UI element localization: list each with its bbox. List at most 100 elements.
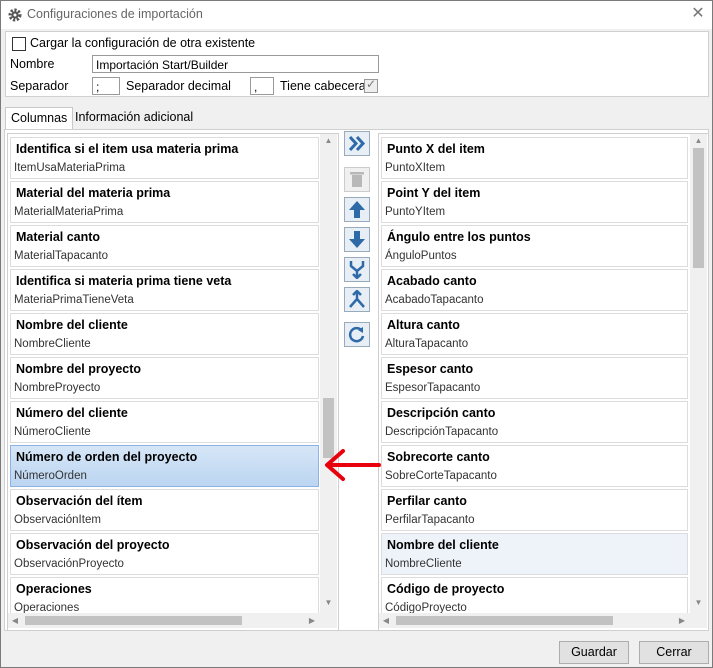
list-item[interactable]: Observación del ítem ObservaciónItem (10, 489, 319, 531)
column-title: Observación del proyecto (16, 538, 170, 552)
split-icon (349, 290, 365, 308)
move-up-button[interactable] (344, 197, 370, 222)
column-title: Código de proyecto (387, 582, 505, 596)
window-title: Configuraciones de importación (27, 7, 203, 21)
list-item[interactable]: Nombre del proyecto NombreProyecto (10, 357, 319, 399)
column-title: Operaciones (16, 582, 92, 596)
left-hscroll-thumb[interactable] (25, 616, 242, 625)
column-field-name: NombreProyecto (14, 382, 101, 394)
selected-columns-list[interactable]: Código de proyecto CódigoProyecto Nombre d… (378, 133, 709, 631)
list-item[interactable]: Nombre del cliente NombreCliente (10, 313, 319, 355)
merge-button[interactable] (344, 257, 370, 282)
scroll-down-icon[interactable]: ▼ (690, 596, 707, 610)
column-title: Nombre del cliente (16, 318, 128, 332)
list-item[interactable]: Acabado canto AcabadoTapacanto (381, 269, 688, 311)
list-item[interactable]: Sobrecorte canto SobreCorteTapacanto (381, 445, 688, 487)
column-title: Material canto (16, 230, 101, 244)
column-title: Descripción canto (387, 406, 496, 420)
has-header-checkbox[interactable] (364, 77, 378, 93)
column-title: Sobrecorte canto (387, 450, 490, 464)
column-field-name: NombreCliente (14, 338, 91, 350)
arrow-down-icon (349, 231, 365, 248)
merge-icon (349, 261, 365, 279)
column-field-name: NúmeroCliente (14, 426, 91, 438)
column-title: Número del cliente (16, 406, 128, 420)
column-field-name: NúmeroOrden (14, 470, 87, 482)
right-vscroll-thumb[interactable] (693, 148, 704, 268)
list-item[interactable]: Material del materia prima MaterialMateri… (10, 181, 319, 223)
column-title: Nombre del cliente (387, 538, 499, 552)
save-button[interactable]: Guardar (559, 641, 629, 664)
list-item[interactable]: Número del cliente NúmeroCliente (10, 401, 319, 443)
list-item[interactable]: Espesor canto EspesorTapacanto (381, 357, 688, 399)
delete-button[interactable] (344, 167, 370, 192)
column-title: Material del materia prima (16, 186, 171, 200)
column-field-name: AlturaTapacanto (385, 338, 469, 350)
decimal-separator-label: Separador decimal (126, 79, 231, 93)
import-settings-window: Configuraciones de importación ✕ Cargar … (0, 0, 713, 668)
column-field-name: AcabadoTapacanto (385, 294, 484, 306)
column-field-name: ÁnguloPuntos (385, 250, 457, 262)
column-field-name: ObservaciónProyecto (14, 558, 124, 570)
column-field-name: DescripciónTapacanto (385, 426, 499, 438)
column-title: Perfilar canto (387, 494, 467, 508)
scroll-up-icon[interactable]: ▲ (320, 134, 337, 148)
column-field-name: ObservaciónItem (14, 514, 101, 526)
scroll-left-icon[interactable]: ◀ (379, 613, 393, 628)
column-title: Altura canto (387, 318, 460, 332)
right-hscroll-thumb[interactable] (396, 616, 613, 625)
refresh-button[interactable] (344, 322, 370, 347)
scroll-right-icon[interactable]: ▶ (305, 613, 319, 628)
list-item[interactable]: Point Y del item PuntoYItem (381, 181, 688, 223)
tab-additional-info[interactable]: Información adicional (70, 107, 198, 128)
column-title: Punto X del item (387, 142, 485, 156)
right-vertical-scrollbar[interactable]: ▲ ▼ (690, 134, 707, 613)
column-title: Point Y del item (387, 186, 481, 200)
separator-field[interactable]: ; (92, 77, 120, 95)
list-item[interactable]: Número de orden del proyecto NúmeroOrden (10, 445, 319, 487)
column-title: Ángulo entre los puntos (387, 230, 531, 244)
scroll-right-icon[interactable]: ▶ (675, 613, 689, 628)
list-item[interactable]: Material canto MaterialTapacanto (10, 225, 319, 267)
list-item[interactable]: Ángulo entre los puntos ÁnguloPuntos (381, 225, 688, 267)
move-down-button[interactable] (344, 227, 370, 252)
split-button[interactable] (344, 287, 370, 312)
list-item[interactable]: Observación del proyecto ObservaciónProye… (10, 533, 319, 575)
decimal-separator-field[interactable]: , (250, 77, 274, 95)
column-field-name: PerfilarTapacanto (385, 514, 475, 526)
move-all-button[interactable] (344, 131, 370, 156)
column-field-name: PuntoXItem (385, 162, 446, 174)
column-title: Identifica si materia prima tiene veta (16, 274, 232, 288)
title-bar: Configuraciones de importación ✕ (1, 1, 712, 29)
close-icon[interactable]: ✕ (689, 5, 707, 23)
separator-label: Separador (10, 79, 69, 93)
available-columns-list[interactable]: Operaciones Operaciones Observación del pr… (7, 133, 339, 631)
list-item[interactable]: Nombre del cliente NombreCliente (381, 533, 688, 575)
cancel-button[interactable]: Cerrar (639, 641, 709, 664)
column-title: Número de orden del proyecto (16, 450, 198, 464)
left-vertical-scrollbar[interactable]: ▲ ▼ (320, 134, 337, 613)
list-item[interactable]: Identifica si materia prima tiene veta Ma… (10, 269, 319, 311)
list-item[interactable]: Altura canto AlturaTapacanto (381, 313, 688, 355)
tab-columns[interactable]: Columnas (5, 107, 74, 130)
list-item[interactable]: Descripción canto DescripciónTapacanto (381, 401, 688, 443)
list-item[interactable]: Identifica si el item usa materia prima I… (10, 137, 319, 179)
scroll-down-icon[interactable]: ▼ (320, 596, 337, 610)
column-field-name: SobreCorteTapacanto (385, 470, 497, 482)
right-horizontal-scrollbar[interactable]: ◀ ▶ (379, 613, 707, 628)
column-field-name: EspesorTapacanto (385, 382, 481, 394)
column-field-name: PuntoYItem (385, 206, 446, 218)
column-field-name: MaterialTapacanto (14, 250, 108, 262)
column-field-name: MateriaPrimaTieneVeta (14, 294, 134, 306)
column-title: Espesor canto (387, 362, 474, 376)
column-title: Identifica si el item usa materia prima (16, 142, 239, 156)
column-field-name: NombreCliente (385, 558, 462, 570)
scroll-left-icon[interactable]: ◀ (8, 613, 22, 628)
name-field[interactable]: Importación Start/Builder (92, 55, 379, 73)
list-item[interactable]: Perfilar canto PerfilarTapacanto (381, 489, 688, 531)
load-existing-checkbox[interactable] (12, 37, 26, 51)
list-item[interactable]: Punto X del item PuntoXItem (381, 137, 688, 179)
scroll-up-icon[interactable]: ▲ (690, 134, 707, 148)
left-horizontal-scrollbar[interactable]: ◀ ▶ (8, 613, 337, 628)
has-header-label: Tiene cabecera (280, 79, 366, 93)
